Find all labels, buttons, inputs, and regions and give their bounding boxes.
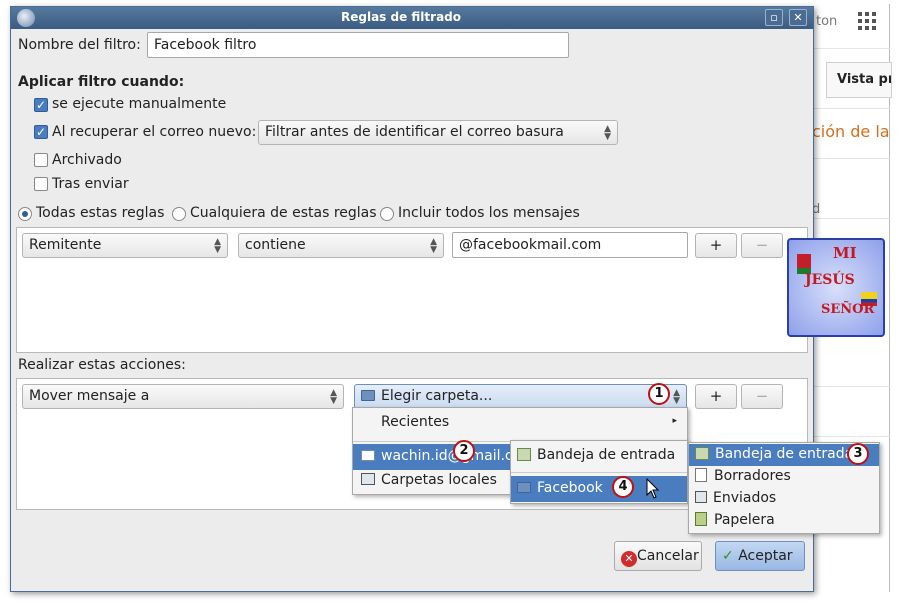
annotation-badge-1: 1: [648, 383, 670, 405]
cancel-icon: ✕: [621, 551, 637, 567]
match-any-radio[interactable]: [172, 207, 186, 221]
menu-item-gmail-account[interactable]: wachin.id@gmail.com: [353, 444, 511, 470]
mail-icon: [361, 450, 375, 461]
menu-item-gmail-inbox[interactable]: Bandeja de entrada: [511, 443, 687, 469]
folder-icon: [361, 390, 375, 401]
menu-item-local-folders[interactable]: Carpetas locales: [353, 468, 511, 494]
menu-item-drafts-label: Borradores: [714, 468, 791, 484]
maximize-icon[interactable]: ▫: [765, 9, 783, 26]
menu-item-recent-label: Recientes: [381, 414, 450, 430]
updown-icon: ▲ ▼: [214, 237, 221, 255]
menu-item-local-label: Carpetas locales: [381, 472, 497, 488]
after-send-checkbox[interactable]: [34, 177, 48, 191]
menu-item-facebook-folder[interactable]: Facebook: [511, 476, 687, 502]
menu-item-trash[interactable]: Papelera: [689, 510, 879, 532]
annotation-badge-2: 2: [453, 440, 475, 462]
choose-folder-select[interactable]: Elegir carpeta... ▲ ▼: [354, 384, 687, 409]
updown-icon: ▲ ▼: [430, 237, 437, 255]
updown-icon: ▲ ▼: [604, 124, 611, 142]
menu-item-recent[interactable]: Recientes ▸: [353, 410, 687, 436]
dialog-titlebar[interactable]: Reglas de filtrado ▫ ✕: [11, 7, 813, 29]
filter-name-input[interactable]: Facebook filtro: [147, 32, 569, 58]
menu-item-gmail-inbox-label: Bandeja de entrada: [537, 447, 676, 463]
action-type-select[interactable]: Mover mensaje a ▲ ▼: [22, 384, 344, 409]
manual-checkbox[interactable]: ✓: [34, 98, 48, 112]
annotation-badge-4: 4: [612, 476, 634, 498]
view-preview-button[interactable]: Vista pre: [826, 62, 892, 98]
logo-text-jesus: JESÚS: [805, 272, 855, 288]
menu-item-sent[interactable]: Enviados: [689, 488, 879, 510]
cancel-button[interactable]: ✕ Cancelar: [614, 541, 702, 571]
menu-item-gmail-label: wachin.id@gmail.com: [381, 448, 511, 464]
archived-label[interactable]: Archivado: [52, 152, 122, 168]
chevron-right-icon: ▸: [672, 416, 677, 426]
on-fetch-label[interactable]: Al recuperar el correo nuevo:: [52, 124, 256, 140]
local-folders-icon: [361, 473, 375, 485]
remove-rule-button[interactable]: −: [741, 233, 783, 258]
annotation-badge-3: 3: [847, 443, 869, 465]
menu-item-fb-inbox-label: Bandeja de entrada: [715, 446, 854, 462]
updown-icon: ▲ ▼: [330, 388, 337, 406]
mouse-pointer-icon: [646, 478, 660, 499]
remove-action-button[interactable]: −: [741, 384, 783, 409]
gmail-submenu[interactable]: Bandeja de entrada Facebook: [510, 440, 688, 504]
accept-button[interactable]: ✓ Aceptar: [715, 541, 805, 571]
rule-field-select[interactable]: Remitente ▲ ▼: [22, 233, 228, 258]
rule-operator-select[interactable]: contiene ▲ ▼: [238, 233, 444, 258]
folder-icon: [517, 482, 531, 493]
menu-item-trash-label: Papelera: [714, 512, 775, 528]
accept-label: Aceptar: [738, 548, 793, 564]
match-all-label[interactable]: Todas estas reglas: [36, 205, 164, 221]
match-everything-radio[interactable]: [380, 207, 394, 221]
manual-label[interactable]: se ejecute manualmente: [52, 96, 226, 112]
menu-item-facebook-label: Facebook: [537, 480, 603, 496]
on-fetch-select-value: Filtrar antes de identificar el correo b…: [265, 124, 564, 140]
match-all-radio[interactable]: [18, 207, 32, 221]
after-send-label[interactable]: Tras enviar: [52, 176, 129, 192]
menu-item-sent-label: Enviados: [713, 490, 777, 506]
background-link-text[interactable]: ción de la: [812, 122, 890, 141]
mi-senor-jesus-logo: MI JESÚS SEÑOR: [787, 238, 885, 337]
menu-item-drafts[interactable]: Borradores: [689, 466, 879, 488]
dialog-title: Reglas de filtrado: [341, 10, 461, 24]
logo-text-mi: MI: [833, 244, 857, 262]
choose-folder-value: Elegir carpeta...: [381, 388, 493, 404]
cancel-label: Cancelar: [637, 548, 699, 564]
flag-icon: [797, 254, 811, 274]
apply-when-heading: Aplicar filtro cuando:: [18, 74, 185, 90]
rule-field-value: Remitente: [29, 237, 102, 253]
on-fetch-select[interactable]: Filtrar antes de identificar el correo b…: [258, 120, 618, 145]
updown-icon: ▲ ▼: [673, 388, 680, 406]
checkmark-icon: ✓: [722, 548, 734, 564]
inbox-icon: [517, 448, 531, 461]
match-any-label[interactable]: Cualquiera de estas reglas: [190, 205, 377, 221]
add-action-button[interactable]: +: [695, 384, 737, 409]
rule-value-input[interactable]: @facebookmail.com: [452, 232, 688, 258]
on-fetch-checkbox[interactable]: ✓: [34, 125, 48, 139]
actions-label: Realizar estas acciones:: [18, 357, 186, 373]
trash-icon: [695, 512, 707, 526]
match-everything-label[interactable]: Incluir todos los mensajes: [398, 205, 580, 221]
action-type-value: Mover mensaje a: [29, 388, 150, 404]
logo-text-senor: SEÑOR: [821, 302, 875, 317]
close-icon[interactable]: ✕: [789, 9, 807, 26]
rule-operator-value: contiene: [245, 237, 306, 253]
inbox-icon: [695, 447, 709, 460]
filter-name-label: Nombre del filtro:: [18, 37, 141, 53]
archived-checkbox[interactable]: [34, 153, 48, 167]
drafts-icon: [695, 468, 707, 482]
background-header-text: ton: [816, 14, 838, 29]
add-rule-button[interactable]: +: [695, 233, 737, 258]
app-grid-icon[interactable]: [858, 12, 876, 30]
sent-icon: [695, 491, 707, 503]
